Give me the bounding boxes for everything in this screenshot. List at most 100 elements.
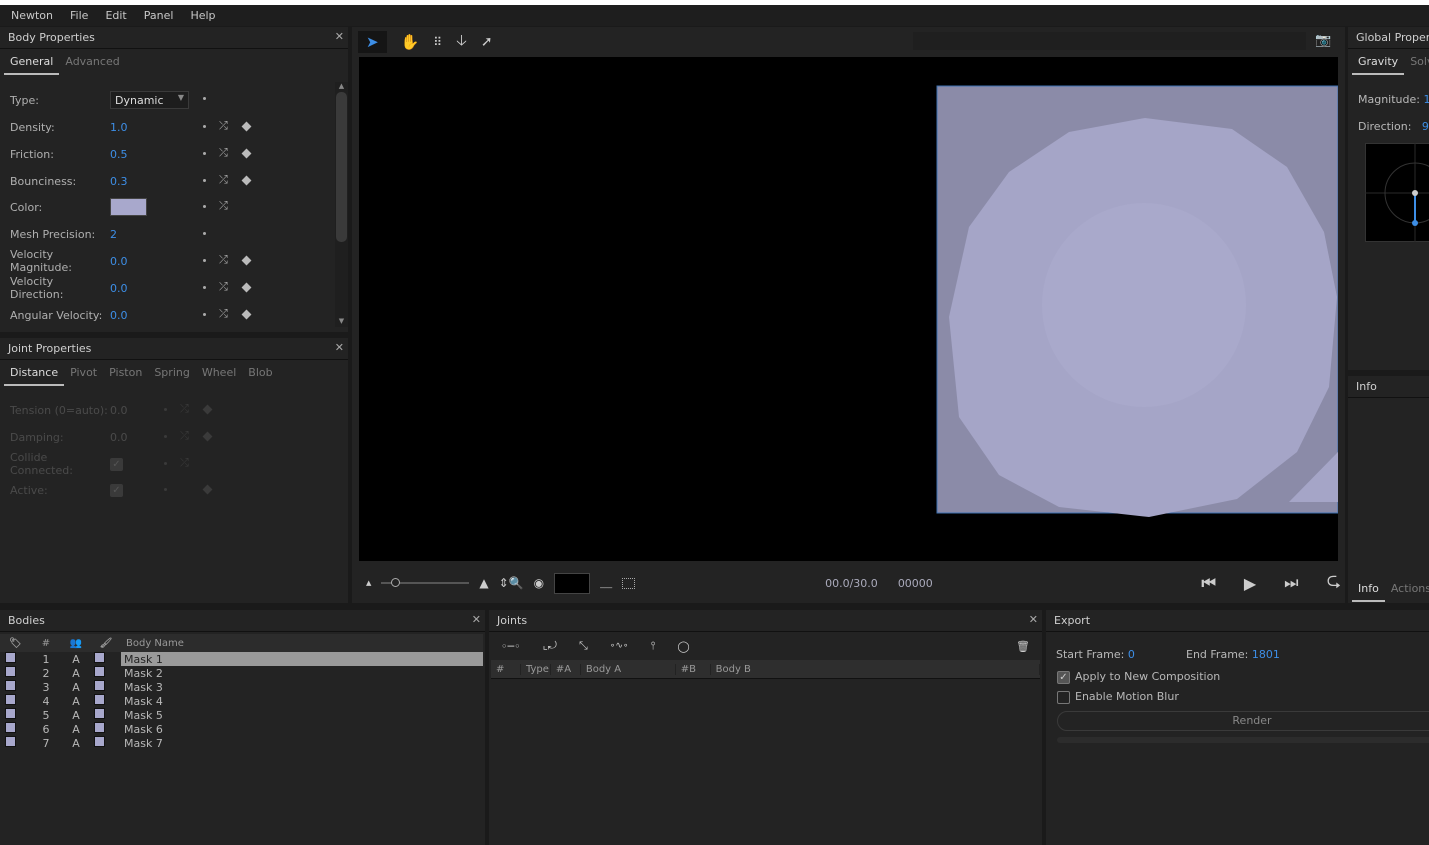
table-row[interactable]: 4 A Mask 4 <box>0 694 483 708</box>
body-name[interactable]: Mask 4 <box>121 694 483 708</box>
body-name[interactable]: Mask 5 <box>121 708 483 722</box>
dot-icon[interactable] <box>203 97 206 100</box>
property-value[interactable]: 2 <box>110 228 203 241</box>
property-value[interactable]: 0.0 <box>110 404 203 417</box>
body-color-swatch[interactable] <box>5 694 16 705</box>
shuffle-icon[interactable]: ⤮ <box>180 402 189 416</box>
gravity-arrow-icon[interactable]: 🡣 <box>456 30 467 55</box>
keyframe-icon[interactable] <box>202 404 213 415</box>
dot-icon[interactable] <box>164 408 167 411</box>
dot-icon[interactable] <box>203 205 206 208</box>
table-row[interactable]: 7 A Mask 7 <box>0 736 483 750</box>
scroll-thumb[interactable] <box>336 92 347 242</box>
visibility-icon[interactable]: ◉ <box>534 576 544 590</box>
keyframe-icon[interactable] <box>241 121 252 132</box>
dot-icon[interactable] <box>203 286 206 289</box>
dot-icon[interactable] <box>164 435 167 438</box>
close-icon[interactable]: ✕ <box>335 341 344 354</box>
dot-icon[interactable] <box>203 152 206 155</box>
joints-column-header[interactable]: #A <box>551 663 581 675</box>
bounds-icon[interactable] <box>622 577 636 589</box>
zoom-out-icon[interactable]: ▲ <box>366 579 371 587</box>
property-value[interactable]: 0.0 <box>110 309 203 322</box>
tab-pivot[interactable]: Pivot <box>64 360 103 386</box>
keyframe-icon[interactable] <box>202 484 213 495</box>
blob-joint-icon[interactable]: ◯ <box>677 640 689 653</box>
close-icon[interactable]: ✕ <box>472 613 481 626</box>
table-row[interactable]: 6 A Mask 6 <box>0 722 483 736</box>
dot-icon[interactable] <box>203 259 206 262</box>
body-color-swatch[interactable] <box>5 666 16 677</box>
joints-column-header[interactable]: #B <box>676 663 711 675</box>
body-name[interactable]: Mask 7 <box>121 736 483 750</box>
property-value[interactable]: 0.0 <box>110 255 203 268</box>
body-name[interactable]: Mask 3 <box>121 680 483 694</box>
body-color-swatch[interactable] <box>5 722 16 733</box>
joints-column-header[interactable]: Body A <box>581 663 676 675</box>
viewport-canvas[interactable] <box>359 57 1338 561</box>
trash-icon[interactable]: 🗑 <box>1016 640 1030 653</box>
shuffle-icon[interactable]: ⤮ <box>219 280 228 294</box>
background-color-swatch[interactable] <box>554 572 591 594</box>
shuffle-icon[interactable]: ⤮ <box>180 429 189 443</box>
close-icon[interactable]: ✕ <box>335 30 344 43</box>
tab-solver[interactable]: Solver <box>1404 49 1429 75</box>
hand-tool-icon[interactable]: ✋ <box>401 33 420 51</box>
joints-column-header[interactable]: # <box>491 663 521 675</box>
body-fill-swatch[interactable] <box>94 694 105 705</box>
color-swatch[interactable] <box>110 198 147 216</box>
dot-icon[interactable] <box>203 179 206 182</box>
spring-joint-icon[interactable]: ∘∿∘ <box>610 641 629 651</box>
property-value[interactable]: 0.5 <box>110 148 203 161</box>
play-icon[interactable]: ▶ <box>1244 574 1256 593</box>
body-name[interactable]: Mask 6 <box>121 722 483 736</box>
brush-icon[interactable]: 🖌 <box>91 634 121 652</box>
dot-icon[interactable] <box>203 232 206 235</box>
body-fill-swatch[interactable] <box>94 722 105 733</box>
joints-column-header[interactable]: Body B <box>711 663 1040 675</box>
property-value[interactable]: 1.0 <box>110 121 203 134</box>
tag-icon[interactable]: 🏷 <box>0 634 31 652</box>
pivot-joint-icon[interactable]: ⌞⤾ <box>543 639 557 653</box>
body-name[interactable]: Mask 1 <box>121 652 483 666</box>
wheel-joint-icon[interactable]: ⫯ <box>651 639 656 653</box>
keyframe-icon[interactable] <box>202 431 213 442</box>
tab-general[interactable]: General <box>4 49 60 75</box>
close-icon[interactable]: ✕ <box>1029 613 1038 626</box>
property-checkbox[interactable]: ✓ <box>110 457 123 471</box>
shuffle-icon[interactable]: ⤮ <box>180 456 189 470</box>
keyframe-icon[interactable] <box>241 255 252 266</box>
piston-joint-icon[interactable]: ⤡ <box>579 639 588 653</box>
velocity-arrow-icon[interactable]: ➚ <box>481 34 493 50</box>
menu-help[interactable]: Help <box>190 9 215 22</box>
dot-icon[interactable] <box>164 488 167 491</box>
direction-value[interactable]: 90 <box>1422 120 1429 133</box>
scroll-down-icon[interactable]: ▼ <box>335 317 348 325</box>
wireframe-icon[interactable]: ___ <box>600 579 612 588</box>
dot-icon[interactable] <box>164 462 167 465</box>
group-icon[interactable]: 👥 <box>61 634 91 652</box>
tab-wheel[interactable]: Wheel <box>196 360 242 386</box>
step-forward-icon[interactable]: ⏭ <box>1284 573 1298 593</box>
body-fill-swatch[interactable] <box>94 708 105 719</box>
camera-icon[interactable]: 📷 <box>1315 33 1331 48</box>
body-fill-swatch[interactable] <box>94 652 105 663</box>
body-fill-swatch[interactable] <box>94 666 105 677</box>
render-button[interactable]: Render <box>1057 711 1429 731</box>
skip-back-icon[interactable]: ⏮ <box>1201 573 1215 593</box>
property-checkbox[interactable]: ✓ <box>110 483 123 497</box>
table-row[interactable]: 2 A Mask 2 <box>0 666 483 680</box>
menu-file[interactable]: File <box>70 9 88 22</box>
tab-actions-history[interactable]: Actions History <box>1385 576 1429 602</box>
loop-icon[interactable]: ⮎ <box>1327 568 1341 598</box>
motion-blur-checkbox[interactable] <box>1057 690 1070 704</box>
body-color-swatch[interactable] <box>5 680 16 691</box>
menu-newton[interactable]: Newton <box>11 9 53 22</box>
shuffle-icon[interactable]: ⤮ <box>219 253 228 267</box>
keyframe-icon[interactable] <box>241 148 252 159</box>
magnitude-value[interactable]: 10 <box>1423 93 1429 106</box>
type-dropdown[interactable]: Dynamic ▼ <box>110 91 189 109</box>
body-fill-swatch[interactable] <box>94 736 105 747</box>
shuffle-icon[interactable]: ⤮ <box>219 307 228 321</box>
scrollbar[interactable]: ▲ ▼ <box>335 82 348 327</box>
